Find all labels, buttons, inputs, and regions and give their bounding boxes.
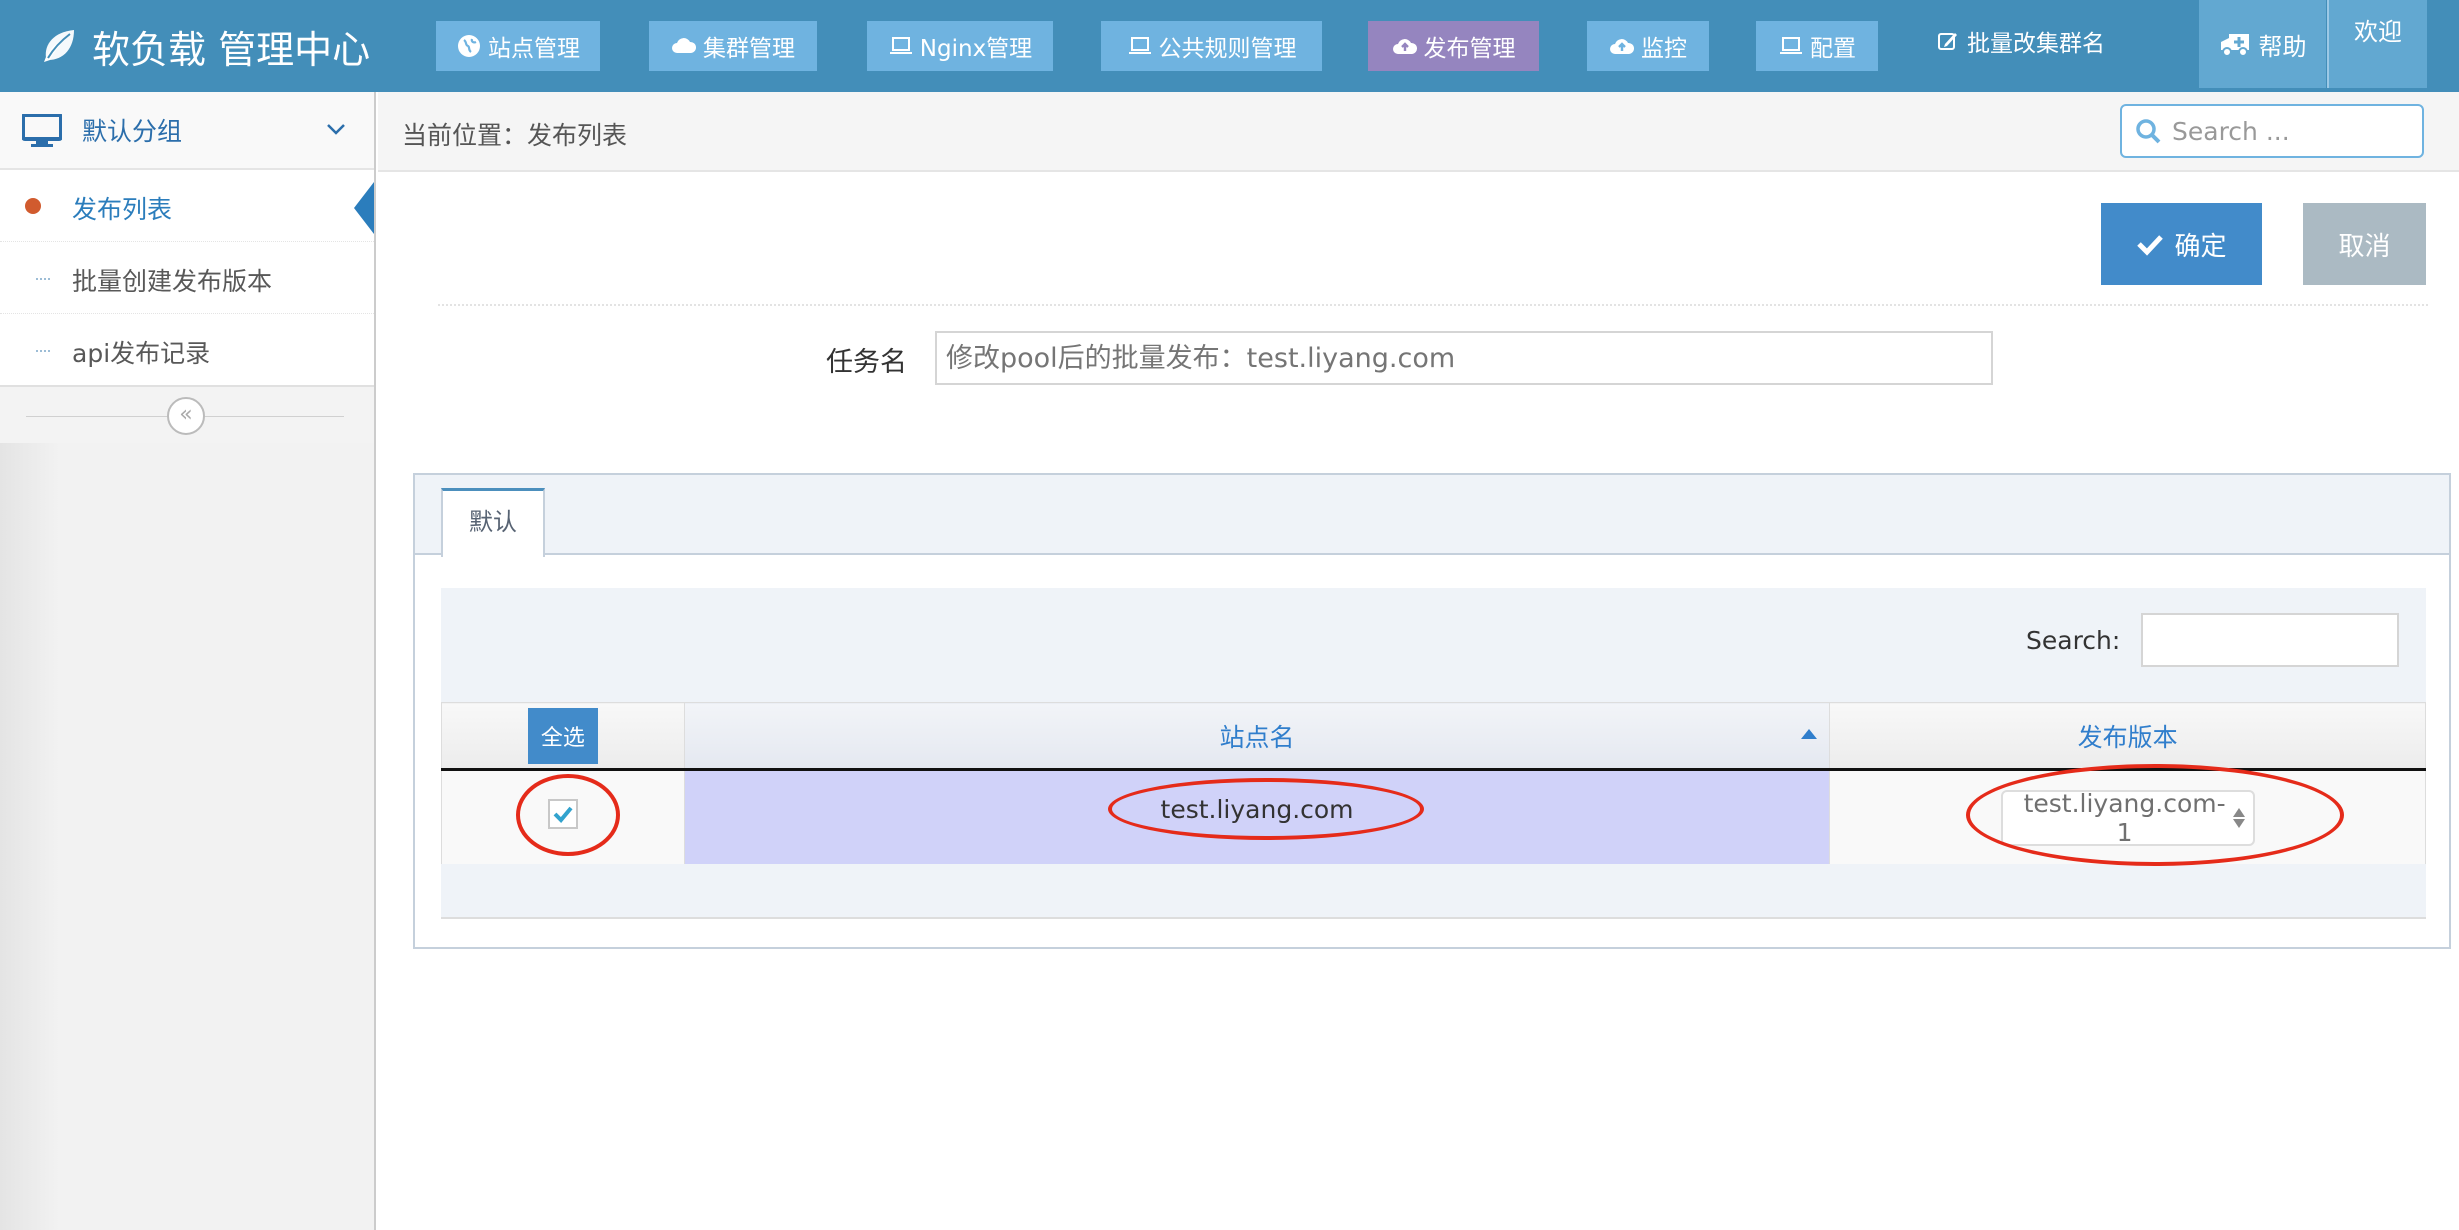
user-menu[interactable]: 欢迎	[2327, 0, 2427, 88]
sort-asc-icon	[1801, 729, 1818, 739]
task-name-input[interactable]	[935, 331, 1993, 385]
nav-monitor[interactable]: 监控	[1587, 21, 1709, 71]
collapse-sidebar-button[interactable]: «	[167, 397, 205, 435]
nav-label: 集群管理	[703, 36, 795, 62]
nav-release-management[interactable]: 发布管理	[1368, 21, 1539, 71]
cloud-upload-icon	[1392, 39, 1417, 54]
site-name-cell: test.liyang.com	[683, 769, 1831, 865]
data-table: Search: 全选 站点名 发布版本 test.liyang.com test…	[441, 588, 2426, 919]
sidebar-item-api-release-log[interactable]: api发布记录	[0, 314, 374, 386]
column-header-label: 发布版本	[2077, 722, 2178, 752]
sidebar-item-label: api发布记录	[72, 339, 211, 368]
nav-label: 公共规则管理	[1158, 36, 1297, 62]
row-checkbox[interactable]	[547, 799, 578, 829]
nav-public-rules-management[interactable]: 公共规则管理	[1101, 21, 1322, 71]
column-header-select: 全选	[441, 702, 685, 771]
breadcrumb-text: 当前位置：发布列表	[402, 121, 628, 150]
globe-bullet-icon	[25, 198, 41, 214]
column-header-release-version[interactable]: 发布版本	[1829, 702, 2426, 771]
nav-cluster-management[interactable]: 集群管理	[649, 21, 817, 71]
tree-dash	[36, 278, 50, 280]
help-button[interactable]: 帮助	[2199, 0, 2326, 88]
task-name-label: 任务名	[826, 347, 907, 378]
nav-search-input[interactable]	[2172, 116, 2412, 146]
selected-version: test.liyang.com-1	[2023, 789, 2226, 847]
check-icon	[553, 806, 573, 823]
cloud-upload-icon	[1610, 39, 1635, 54]
sidebar-item-batch-create-release[interactable]: 批量创建发布版本	[0, 242, 374, 314]
active-indicator	[354, 182, 374, 234]
tree-dash	[36, 350, 50, 352]
nav-site-management[interactable]: 站点管理	[436, 21, 600, 71]
sidebar-submenu: 发布列表 批量创建发布版本 api发布记录	[0, 170, 374, 386]
row-select-cell	[441, 769, 685, 865]
table-header-row: 全选 站点名 发布版本	[441, 702, 2426, 771]
laptop-icon	[1780, 37, 1802, 54]
column-header-site-name[interactable]: 站点名	[683, 702, 1831, 771]
sidebar: 默认分组 发布列表 批量创建发布版本 api发布记录 «	[0, 92, 376, 1230]
release-version-cell: test.liyang.com-1	[1829, 769, 2426, 865]
welcome-label: 欢迎	[2354, 18, 2402, 46]
check-icon	[2137, 235, 2164, 256]
double-chevron-left-icon: «	[179, 402, 193, 427]
chevron-down-icon[interactable]	[325, 118, 347, 140]
laptop-icon	[1128, 37, 1151, 54]
table-row[interactable]: test.liyang.com test.liyang.com-1	[441, 769, 2426, 865]
sites-table: 全选 站点名 发布版本 test.liyang.com test.liyang.…	[441, 702, 2426, 865]
nav-label: 发布管理	[1423, 36, 1516, 62]
confirm-button[interactable]: 确定	[2101, 203, 2262, 285]
brand[interactable]: 软负载 管理中心	[38, 18, 370, 74]
sidebar-item-label: 批量创建发布版本	[72, 267, 273, 296]
sidebar-item-release-list[interactable]: 发布列表	[0, 170, 374, 242]
divider	[438, 304, 2428, 306]
nav-search[interactable]	[2120, 104, 2424, 158]
nav-label: Nginx管理	[919, 36, 1033, 62]
ambulance-icon	[2220, 34, 2249, 57]
leaf-icon	[44, 30, 74, 62]
select-all-button[interactable]: 全选	[527, 707, 598, 764]
search-icon	[2136, 119, 2161, 144]
table-search-label: Search:	[2026, 626, 2121, 655]
nav-label: 站点管理	[488, 36, 580, 62]
release-version-select[interactable]: test.liyang.com-1	[2000, 789, 2255, 847]
column-header-label: 站点名	[1219, 722, 1295, 752]
nav-nginx-management[interactable]: Nginx管理	[867, 21, 1053, 71]
tab-default[interactable]: 默认	[441, 488, 545, 557]
select-arrows-icon	[2232, 808, 2245, 828]
sidebar-group-label: 默认分组	[82, 117, 183, 146]
nav-label: 配置	[1810, 36, 1856, 62]
tab-label: 默认	[469, 508, 517, 536]
cancel-label: 取消	[2338, 231, 2391, 262]
sidebar-collapse-bar: «	[0, 385, 374, 443]
sidebar-group-default[interactable]: 默认分组	[0, 92, 374, 170]
top-navbar: 软负载 管理中心 站点管理 集群管理 Nginx管理 公共规则管理 发布管理 监…	[0, 0, 2459, 92]
table-search-input[interactable]	[2141, 613, 2399, 667]
cancel-button[interactable]: 取消	[2303, 203, 2426, 285]
nav-config[interactable]: 配置	[1756, 21, 1878, 71]
desktop-icon	[22, 114, 62, 147]
tab-bar: 默认	[415, 475, 2449, 557]
sidebar-item-label: 发布列表	[72, 195, 173, 224]
cloud-icon	[672, 38, 697, 53]
confirm-label: 确定	[2174, 231, 2227, 262]
tab-panel: 默认 Search: 全选 站点名 发布版本 test.liyang.com t…	[413, 473, 2451, 949]
globe-icon	[458, 35, 480, 57]
nav-batch-rename-cluster[interactable]: 批量改集群名	[1920, 16, 2120, 66]
edit-icon	[1938, 33, 1957, 50]
table-toolbar: Search:	[441, 588, 2426, 702]
laptop-icon	[889, 37, 912, 54]
nav-label: 监控	[1641, 36, 1687, 62]
nav-label: 批量改集群名	[1967, 31, 2105, 57]
brand-title: 软负载 管理中心	[92, 27, 371, 72]
site-name: test.liyang.com	[1160, 795, 1354, 824]
help-label: 帮助	[2258, 32, 2307, 61]
table-footer	[441, 864, 2426, 919]
